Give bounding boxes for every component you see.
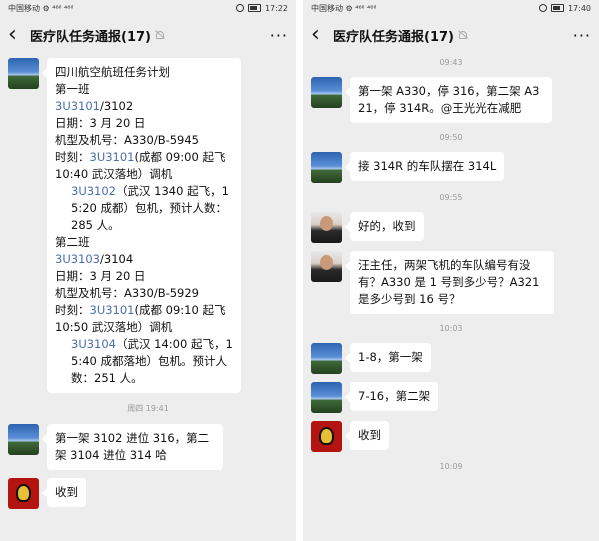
flight-link[interactable]: 3U3101 bbox=[55, 99, 100, 113]
shift1-date: 日期：3 月 20 日 bbox=[55, 116, 146, 130]
status-bar: 中国移动 ⚙ ⁴⁶ᴵˡ ⁴⁶ᴵˡ 17:22 bbox=[0, 0, 296, 16]
battery-icon bbox=[550, 4, 564, 12]
mute-bell-icon bbox=[458, 30, 468, 40]
message-bubble[interactable]: 好的，收到 bbox=[345, 212, 424, 241]
avatar[interactable] bbox=[311, 251, 342, 282]
back-arrow-icon[interactable]: ‹ bbox=[311, 24, 329, 46]
message-bubble[interactable]: 1-8，第一架 bbox=[345, 343, 431, 372]
message-row: 汪主任，两架飞机的车队编号有没有？A330 是 1 号到多少号？A321 是多少… bbox=[303, 251, 599, 314]
shift2-label: 第二班 bbox=[55, 235, 90, 249]
flight-link[interactable]: 3U3101 bbox=[90, 303, 135, 317]
more-options-icon[interactable]: ··· bbox=[270, 26, 288, 45]
message-row: 四川航空航班任务计划 第一班 3U3101/3102 日期：3 月 20 日 机… bbox=[0, 58, 296, 393]
status-bar: 中国移动 ⚙ ⁴⁶ᴵˡ ⁴⁶ᴵˡ 17:40 bbox=[303, 0, 599, 16]
shift1-aircraft: 机型及机号：A330/B-5945 bbox=[55, 133, 199, 147]
message-list[interactable]: 09:43 第一架 A330，停 316，第二架 A321，停 314R。@王光… bbox=[303, 54, 599, 471]
time-prefix: 时刻： bbox=[55, 150, 90, 164]
avatar[interactable] bbox=[311, 382, 342, 413]
message-row: 接 314R 的车队摆在 314L bbox=[303, 152, 599, 183]
avatar[interactable] bbox=[311, 152, 342, 183]
back-arrow-icon[interactable]: ‹ bbox=[8, 24, 26, 46]
flight-link[interactable]: 3U3103 bbox=[55, 252, 100, 266]
avatar[interactable] bbox=[8, 58, 39, 89]
time-prefix: 时刻： bbox=[55, 303, 90, 317]
status-time: 17:22 bbox=[264, 3, 288, 13]
chat-header: ‹ 医疗队任务通报(17) ··· bbox=[0, 16, 296, 54]
message-row: 1-8，第一架 bbox=[303, 343, 599, 374]
message-list[interactable]: 四川航空航班任务计划 第一班 3U3101/3102 日期：3 月 20 日 机… bbox=[0, 54, 296, 509]
avatar[interactable] bbox=[311, 421, 342, 452]
timestamp: 10:09 bbox=[439, 462, 463, 471]
message-row: 第一架 A330，停 316，第二架 A321，停 314R。@王光光在减肥 bbox=[303, 77, 599, 123]
flight-number: /3102 bbox=[100, 99, 134, 113]
timestamp: 周四 19:41 bbox=[127, 404, 169, 413]
avatar[interactable] bbox=[311, 77, 342, 108]
chat-screen-left: 中国移动 ⚙ ⁴⁶ᴵˡ ⁴⁶ᴵˡ 17:22 ‹ 医疗队任务通报(17) ···… bbox=[0, 0, 296, 541]
message-bubble[interactable]: 收到 bbox=[42, 478, 86, 507]
mute-bell-icon bbox=[155, 30, 165, 40]
shift1-label: 第一班 bbox=[55, 82, 90, 96]
message-bubble[interactable]: 7-16，第二架 bbox=[344, 382, 439, 411]
timestamp: 09:55 bbox=[439, 193, 463, 202]
message-bubble[interactable]: 第一架 3102 进位 316，第二架 3104 进位 314 哈 bbox=[42, 424, 223, 470]
message-row: 收到 bbox=[0, 478, 296, 509]
message-bubble[interactable]: 收到 bbox=[345, 421, 389, 450]
carrier-label: 中国移动 ⚙ ⁴⁶ᴵˡ ⁴⁶ᴵˡ bbox=[8, 3, 74, 13]
message-row: 收到 bbox=[303, 421, 599, 452]
alarm-icon bbox=[538, 4, 547, 12]
flight-link[interactable]: 3U3101 bbox=[90, 150, 135, 164]
flight-number: /3104 bbox=[100, 252, 134, 266]
chat-screen-right: 中国移动 ⚙ ⁴⁶ᴵˡ ⁴⁶ᴵˡ 17:40 ‹ 医疗队任务通报(17) ···… bbox=[303, 0, 599, 541]
chat-title: 医疗队任务通报(17) bbox=[30, 29, 151, 45]
avatar[interactable] bbox=[311, 343, 342, 374]
shift2-date: 日期：3 月 20 日 bbox=[55, 269, 146, 283]
message-bubble[interactable]: 汪主任，两架飞机的车队编号有没有？A330 是 1 号到多少号？A321 是多少… bbox=[345, 251, 554, 314]
chat-header: ‹ 医疗队任务通报(17) ··· bbox=[303, 16, 599, 54]
flight-link[interactable]: 3U3104 bbox=[71, 337, 116, 351]
message-row: 好的，收到 bbox=[303, 212, 599, 243]
avatar[interactable] bbox=[311, 212, 342, 243]
alarm-icon bbox=[235, 4, 244, 12]
message-bubble[interactable]: 接 314R 的车队摆在 314L bbox=[344, 152, 505, 181]
shift2-aircraft: 机型及机号：A330/B-5929 bbox=[55, 286, 199, 300]
timestamp: 09:43 bbox=[439, 58, 463, 67]
message-bubble[interactable]: 四川航空航班任务计划 第一班 3U3101/3102 日期：3 月 20 日 机… bbox=[42, 58, 241, 393]
message-row: 第一架 3102 进位 316，第二架 3104 进位 314 哈 bbox=[0, 424, 296, 470]
status-time: 17:40 bbox=[567, 3, 591, 13]
timestamp: 09:50 bbox=[439, 133, 463, 142]
flight-link[interactable]: 3U3102 bbox=[71, 184, 116, 198]
plan-title: 四川航空航班任务计划 bbox=[55, 65, 170, 79]
avatar[interactable] bbox=[8, 478, 39, 509]
carrier-label: 中国移动 ⚙ ⁴⁶ᴵˡ ⁴⁶ᴵˡ bbox=[311, 3, 377, 13]
battery-icon bbox=[247, 4, 261, 12]
timestamp: 10:03 bbox=[439, 324, 463, 333]
more-options-icon[interactable]: ··· bbox=[573, 26, 591, 45]
message-row: 7-16，第二架 bbox=[303, 382, 599, 413]
chat-title: 医疗队任务通报(17) bbox=[333, 29, 454, 45]
avatar[interactable] bbox=[8, 424, 39, 455]
message-bubble[interactable]: 第一架 A330，停 316，第二架 A321，停 314R。@王光光在减肥 bbox=[345, 77, 552, 123]
